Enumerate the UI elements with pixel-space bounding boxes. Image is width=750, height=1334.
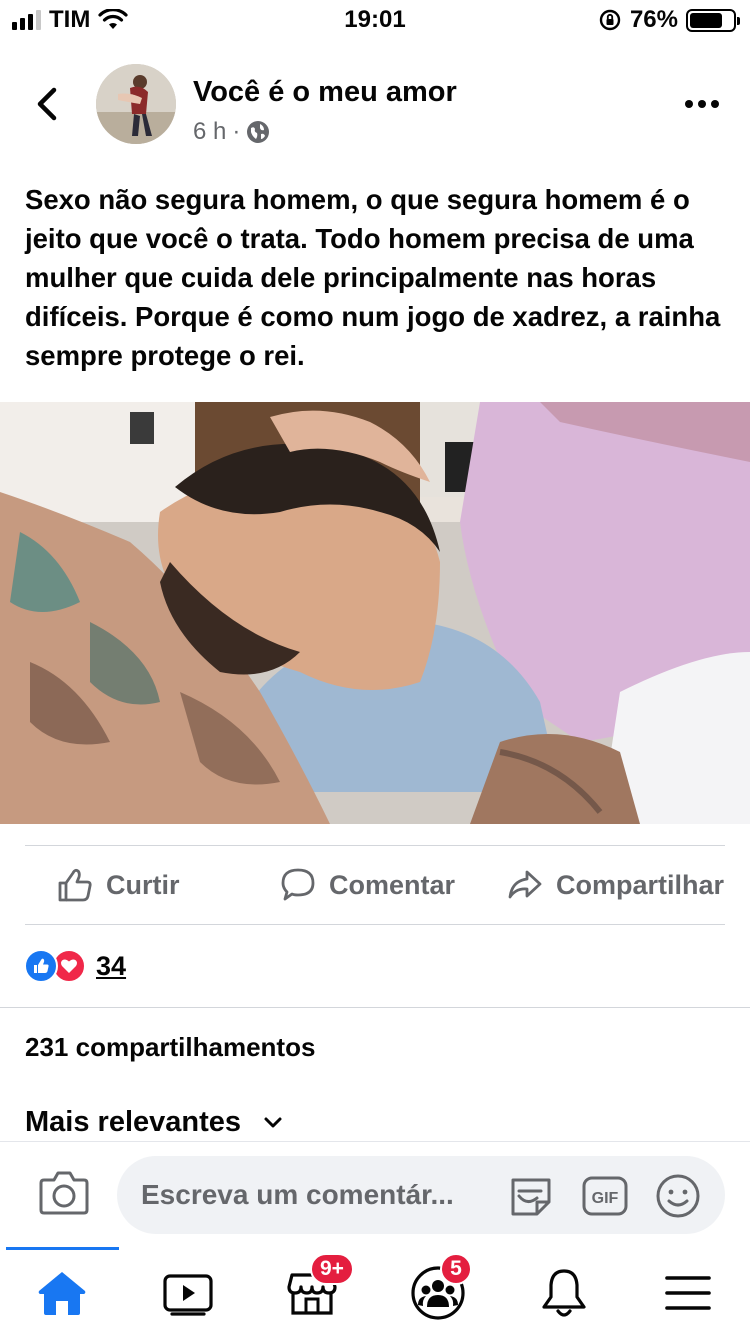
svg-text:GIF: GIF [592,1190,619,1207]
rotation-lock-icon [599,9,621,31]
post-text: Sexo não segura homem, o que segura home… [25,184,721,371]
status-bar: TIM 19:01 76% [0,0,750,42]
menu-icon [665,1276,711,1310]
shares-count[interactable]: 231 compartilhamentos [25,1032,315,1063]
sort-label: Mais relevantes [25,1106,242,1138]
action-bar: Curtir Comentar Compartilhar [0,846,750,924]
back-icon[interactable] [30,84,64,124]
page-avatar[interactable] [96,64,176,144]
battery-icon [686,8,740,32]
status-right: 76% [598,6,740,34]
home-icon [38,1272,86,1315]
comment-icon [281,868,315,901]
comment-composer: GIF [0,1141,750,1247]
comment-input[interactable] [141,1156,511,1234]
nav-home[interactable] [32,1265,92,1321]
nav-marketplace[interactable]: 9+ [282,1253,354,1321]
post-header: Você é o meu amor 6 h · [0,62,750,152]
battery-percent: 76% [629,6,678,33]
bottom-nav: 9+ 5 [0,1247,750,1334]
avatar-image [96,64,176,144]
nav-menu[interactable] [658,1265,718,1321]
more-icon[interactable] [684,98,720,110]
divider [0,1007,750,1008]
chevron-down-icon [264,1117,282,1127]
globe-icon [247,121,270,143]
comment-sort-dropdown[interactable]: Mais relevantes [25,1106,283,1139]
post-time[interactable]: 6 h [193,118,226,146]
battery-level [690,12,722,28]
camera-icon[interactable] [38,1168,90,1218]
comment-label: Comentar [329,869,456,900]
share-label: Compartilhar [556,869,725,900]
active-tab-indicator [6,1247,119,1250]
emoji-icon[interactable] [654,1172,702,1220]
comment-button[interactable]: Comentar [279,846,455,924]
divider [25,924,725,925]
post-meta: 6 h · [193,118,270,146]
reaction-count[interactable]: 34 [96,951,126,982]
sticker-icon[interactable] [507,1172,555,1220]
nav-watch[interactable] [158,1265,218,1321]
watch-icon [163,1274,213,1316]
marketplace-badge: 9+ [310,1253,354,1285]
like-label: Curtir [106,869,180,900]
like-button[interactable]: Curtir [56,846,180,924]
like-reaction-icon [24,949,58,983]
comment-box: GIF [117,1156,725,1234]
photo-image [0,402,750,824]
nav-groups[interactable]: 5 [408,1253,472,1321]
share-button[interactable]: Compartilhar [506,846,724,924]
post-photo[interactable] [0,402,750,824]
bell-icon [542,1269,586,1317]
like-icon [58,868,92,902]
gif-icon[interactable]: GIF [581,1172,629,1220]
nav-notifications[interactable] [534,1265,594,1321]
meta-separator: · [232,118,241,145]
reactions-summary[interactable]: 34 [24,946,126,986]
share-icon [508,870,542,899]
groups-badge: 5 [440,1253,472,1285]
post-author-name[interactable]: Você é o meu amor [193,76,457,109]
